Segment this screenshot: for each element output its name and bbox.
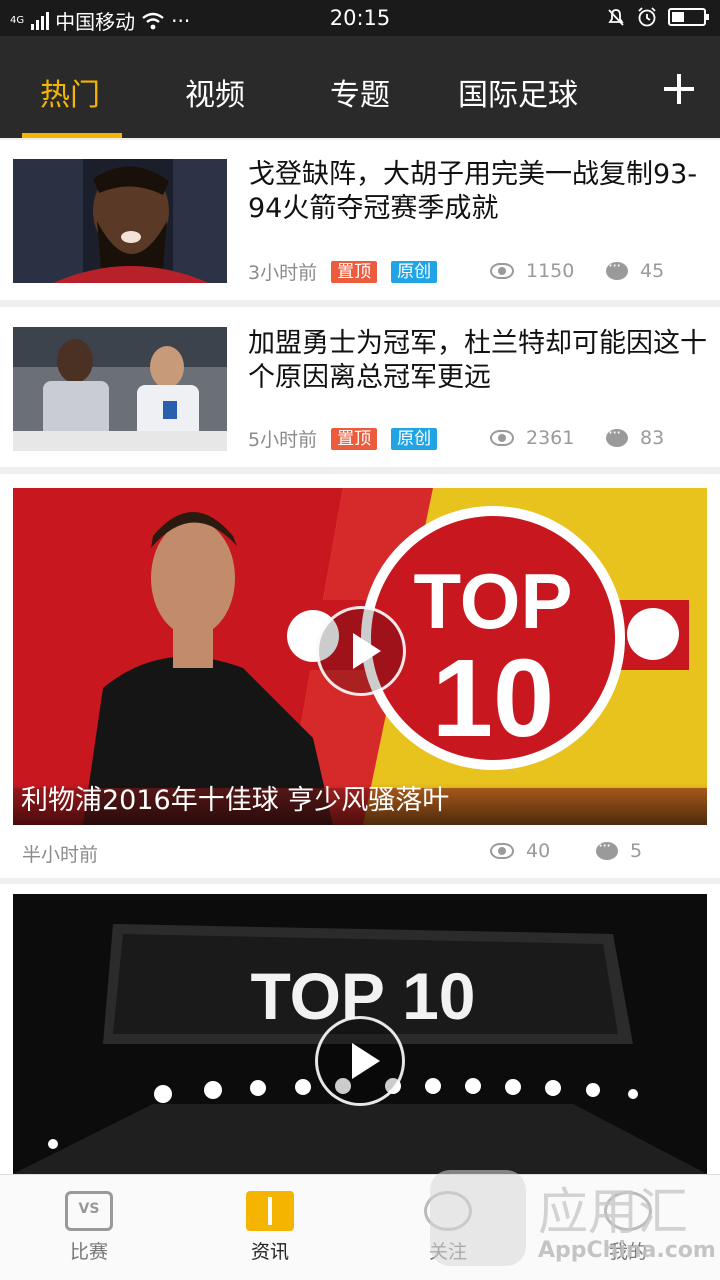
nav-profile[interactable]: 我的 (583, 1191, 673, 1264)
video-thumbnail[interactable]: TOP 10 (13, 894, 707, 1174)
alarm-icon (638, 7, 656, 27)
plus-icon[interactable] (646, 58, 706, 118)
nav-label: 关注 (428, 1241, 467, 1263)
comment-count: 83 (640, 427, 665, 449)
vs-icon: VS (65, 1191, 113, 1231)
play-button[interactable] (315, 1016, 405, 1106)
eye-icon (490, 263, 514, 279)
tab-topics[interactable]: 专题 (330, 70, 390, 114)
comment-icon (606, 256, 628, 280)
tab-video[interactable]: 视频 (185, 70, 245, 114)
news-meta: 5小时前 置顶 原创 (248, 425, 438, 452)
comment-icon (606, 423, 628, 447)
view-count: 2361 (526, 427, 575, 449)
tab-intl-football[interactable]: 国际足球 (458, 70, 578, 114)
nav-follow[interactable]: 关注 (403, 1191, 493, 1264)
news-card[interactable]: 戈登缺阵，大胡子用完美一战复制93-94火箭夺冠赛季成就 3小时前 置顶 原创 … (0, 140, 720, 300)
news-title[interactable]: 戈登缺阵，大胡子用完美一战复制93-94火箭夺冠赛季成就 (248, 158, 708, 226)
video-badge-top: TOP (414, 557, 573, 645)
news-meta: 3小时前 置顶 原创 (248, 258, 438, 285)
comment-count: 45 (640, 260, 665, 282)
video-card[interactable]: TOP 10 利物浦2016年十佳球 亨少风骚落叶 半小时前 40 5 (0, 474, 720, 878)
eye-icon (490, 430, 514, 446)
video-stats: 40 5 (490, 836, 643, 862)
active-tab-indicator (22, 133, 122, 138)
mute-bell-icon (608, 9, 624, 26)
play-button[interactable] (316, 606, 406, 696)
category-tab-bar: 热门 视频 专题 国际足球 中 (0, 36, 720, 138)
nav-label: 我的 (608, 1241, 647, 1263)
comment-icon (596, 836, 618, 860)
original-badge: 原创 (391, 260, 438, 283)
video-thumbnail[interactable]: TOP 10 利物浦2016年十佳球 亨少风骚落叶 (13, 488, 707, 825)
video-badge-number: 10 (432, 637, 554, 760)
heart-icon (424, 1191, 472, 1231)
view-count: 1150 (526, 260, 575, 282)
news-time: 5小时前 (248, 429, 318, 451)
news-stats: 2361 83 (490, 423, 665, 449)
status-bar: 4G 中国移动 ··· 20:15 (0, 0, 720, 36)
view-count: 40 (526, 840, 551, 862)
battery-icon (668, 8, 709, 26)
video-card[interactable]: TOP 10 (0, 884, 720, 1174)
news-stats: 1150 45 (490, 256, 665, 282)
news-title[interactable]: 加盟勇士为冠军，杜兰特却可能因这十个原因离总冠军更远 (248, 327, 708, 395)
nav-label: 资讯 (250, 1241, 289, 1263)
pinned-badge: 置顶 (331, 427, 378, 450)
video-caption: 利物浦2016年十佳球 亨少风骚落叶 (13, 783, 707, 825)
pinned-badge: 置顶 (331, 260, 378, 283)
video-time: 半小时前 (22, 844, 99, 866)
comment-count: 5 (630, 840, 643, 862)
news-thumbnail (13, 327, 227, 451)
tab-hot[interactable]: 热门 (40, 70, 100, 114)
profile-icon (604, 1191, 652, 1231)
original-badge: 原创 (391, 427, 438, 450)
news-time: 3小时前 (248, 262, 318, 284)
eye-icon (490, 843, 514, 859)
news-card[interactable]: 加盟勇士为冠军，杜兰特却可能因这十个原因离总冠军更远 5小时前 置顶 原创 23… (0, 307, 720, 467)
nav-matches[interactable]: VS 比赛 (44, 1191, 134, 1264)
news-thumbnail (13, 159, 227, 283)
nav-news[interactable]: 资讯 (225, 1191, 315, 1264)
news-book-icon (246, 1191, 294, 1231)
bottom-navigation: VS 比赛 资讯 关注 我的 (0, 1174, 720, 1280)
nav-label: 比赛 (69, 1241, 108, 1263)
